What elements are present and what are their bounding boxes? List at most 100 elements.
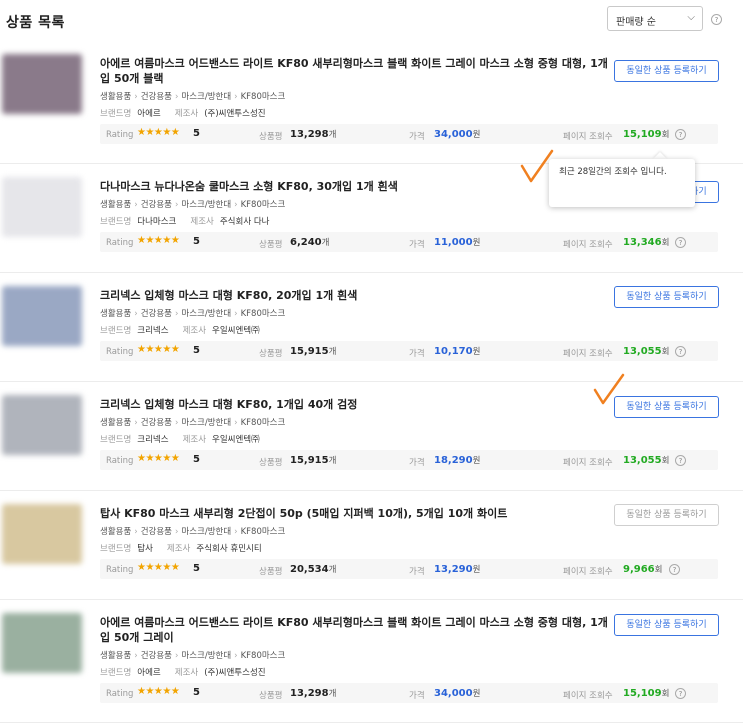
breadcrumb-separator-icon: › — [234, 418, 238, 428]
views-count: 15,109 — [623, 129, 662, 140]
price-unit: 원 — [472, 347, 481, 357]
checkmark-annotation-icon — [520, 149, 554, 183]
manufacturer-value: (주)씨앤투스성진 — [204, 109, 266, 119]
breadcrumb-item: 마스크/방한대 — [181, 200, 232, 210]
price-amount: 34,000 — [434, 129, 473, 140]
help-icon[interactable]: ? — [675, 688, 686, 699]
product-thumbnail[interactable] — [2, 613, 82, 673]
register-same-product-button[interactable]: 동일한 상품 등록하기 — [614, 504, 719, 526]
sort-select[interactable]: 판매량 순 ⌵ — [607, 6, 703, 31]
help-icon[interactable]: ? — [675, 237, 686, 248]
breadcrumb-separator-icon: › — [134, 527, 138, 537]
breadcrumb-item: KF80마스크 — [240, 651, 286, 661]
help-icon[interactable]: ? — [675, 455, 686, 466]
price-label: 가격 — [409, 132, 425, 142]
breadcrumb-separator-icon: › — [174, 418, 179, 428]
reviews-value: 13,298개 — [290, 128, 336, 140]
breadcrumb-item: 생활용품 — [100, 418, 132, 428]
help-icon[interactable]: ? — [675, 346, 686, 357]
views-label: 페이지 조회수 — [563, 132, 613, 142]
manufacturer-label: 제조사 — [190, 217, 214, 227]
reviews-value: 13,298개 — [290, 687, 336, 699]
star-rating-icon: ★★★★★ — [137, 235, 180, 246]
views-unit: 회 — [661, 456, 670, 466]
breadcrumb-item: KF80마스크 — [240, 309, 286, 319]
stats-bar: Rating ★★★★★ 5 상품평 13,298개 가격 34,000원 페이지 조회수 15… — [100, 683, 718, 703]
reviews-unit: 개 — [328, 689, 337, 699]
register-same-product-button[interactable]: 동일한 상품 등록하기 — [614, 396, 719, 418]
product-title[interactable]: 아에르 여름마스크 어드밴스드 라이트 KF80 새부리형마스크 블랙 화이트 … — [100, 56, 610, 86]
product-thumbnail[interactable] — [2, 177, 82, 237]
price-unit: 원 — [472, 130, 481, 140]
breadcrumb: 생활용품 › 건강용품 › 마스크/방한대 › KF80마스크 — [100, 649, 285, 661]
views-label: 페이지 조회수 — [563, 691, 613, 701]
product-title[interactable]: 크리넥스 입체형 마스크 대형 KF80, 1개입 40개 검정 — [100, 397, 610, 412]
views-unit: 회 — [661, 689, 670, 699]
help-icon[interactable]: ? — [711, 14, 722, 25]
breadcrumb: 생활용품 › 건강용품 › 마스크/방한대 › KF80마스크 — [100, 198, 285, 210]
chevron-down-icon: ⌵ — [687, 12, 695, 23]
register-same-product-button[interactable]: 동일한 상품 등록하기 — [614, 60, 719, 82]
help-icon[interactable]: ? — [669, 564, 680, 575]
product-thumbnail[interactable] — [2, 395, 82, 455]
breadcrumb: 생활용품 › 건강용품 › 마스크/방한대 › KF80마스크 — [100, 525, 285, 537]
brand-value: 다나마스크 — [137, 217, 177, 227]
brand-line: 브랜드명 크리넥스 제조사 우일씨엔텍㈜ — [100, 324, 260, 336]
manufacturer-label: 제조사 — [166, 544, 191, 554]
breadcrumb-item: 마스크/방한대 — [181, 527, 232, 537]
product-title[interactable]: 크리넥스 입체형 마스크 대형 KF80, 20개입 1개 흰색 — [100, 288, 610, 303]
tooltip-arrow — [653, 152, 667, 159]
breadcrumb-item: KF80마스크 — [240, 527, 286, 537]
reviews-unit: 개 — [328, 456, 337, 466]
breadcrumb: 생활용품 › 건강용품 › 마스크/방한대 › KF80마스크 — [100, 90, 285, 102]
brand-label: 브랜드명 — [100, 668, 132, 678]
product-title[interactable]: 아에르 여름마스크 어드밴스드 라이트 KF80 새부리형마스크 블랙 화이트 … — [100, 615, 610, 645]
product-thumbnail[interactable] — [2, 504, 82, 564]
price-value: 34,000원 — [434, 687, 480, 699]
breadcrumb-item: 생활용품 — [100, 527, 132, 537]
reviews-label: 상품평 — [259, 349, 283, 359]
help-icon[interactable]: ? — [675, 129, 686, 140]
breadcrumb-separator-icon: › — [134, 200, 138, 210]
breadcrumb-item: 생활용품 — [100, 200, 132, 210]
breadcrumb-separator-icon: › — [174, 527, 179, 537]
views-value: 13,346회 — [623, 236, 669, 248]
breadcrumb-separator-icon: › — [234, 527, 238, 537]
breadcrumb: 생활용품 › 건강용품 › 마스크/방한대 › KF80마스크 — [100, 416, 285, 428]
views-value: 15,109회 — [623, 687, 669, 699]
brand-line: 브랜드명 아에르 제조사 (주)씨앤투스성진 — [100, 666, 266, 678]
reviews-count: 13,298 — [290, 129, 329, 140]
views-count: 13,055 — [623, 346, 662, 357]
reviews-unit: 개 — [328, 130, 337, 140]
manufacturer-value: 우일씨엔텍㈜ — [212, 326, 260, 336]
price-label: 가격 — [409, 240, 425, 250]
product-thumbnail[interactable] — [2, 286, 82, 346]
views-unit: 회 — [661, 347, 670, 357]
brand-value: 크리넥스 — [137, 435, 169, 445]
stats-bar: Rating ★★★★★ 5 상품평 6,240개 가격 11,000원 페이지 조회수 13,… — [100, 232, 718, 252]
breadcrumb-item: 건강용품 — [140, 200, 172, 210]
breadcrumb-separator-icon: › — [174, 200, 179, 210]
price-amount: 13,290 — [434, 564, 473, 575]
page-title: 상품 목록 — [6, 15, 65, 31]
stats-bar: Rating ★★★★★ 5 상품평 13,298개 가격 34,000원 페이지 조회수 15… — [100, 124, 718, 144]
price-amount: 34,000 — [434, 688, 473, 699]
register-same-product-button[interactable]: 동일한 상품 등록하기 — [614, 286, 719, 308]
breadcrumb-item: 생활용품 — [100, 309, 132, 319]
star-rating-icon: ★★★★★ — [137, 686, 180, 697]
brand-label: 브랜드명 — [100, 326, 132, 336]
views-unit: 회 — [661, 238, 670, 248]
reviews-label: 상품평 — [259, 567, 283, 577]
breadcrumb-item: 건강용품 — [140, 418, 172, 428]
register-same-product-button[interactable]: 동일한 상품 등록하기 — [614, 614, 719, 636]
price-unit: 원 — [472, 565, 481, 575]
sort-select-value: 판매량 순 — [616, 17, 656, 28]
views-value: 13,055회 — [623, 454, 669, 466]
reviews-count: 6,240 — [290, 237, 322, 248]
breadcrumb-item: 건강용품 — [140, 527, 172, 537]
views-count: 15,109 — [623, 688, 662, 699]
brand-line: 브랜드명 다나마스크 제조사 주식회사 다나 — [100, 215, 269, 227]
breadcrumb-item: KF80마스크 — [240, 200, 286, 210]
product-title[interactable]: 탑사 KF80 마스크 새부리형 2단접이 50p (5매입 지퍼백 10개),… — [100, 506, 610, 521]
product-thumbnail[interactable] — [2, 54, 82, 114]
